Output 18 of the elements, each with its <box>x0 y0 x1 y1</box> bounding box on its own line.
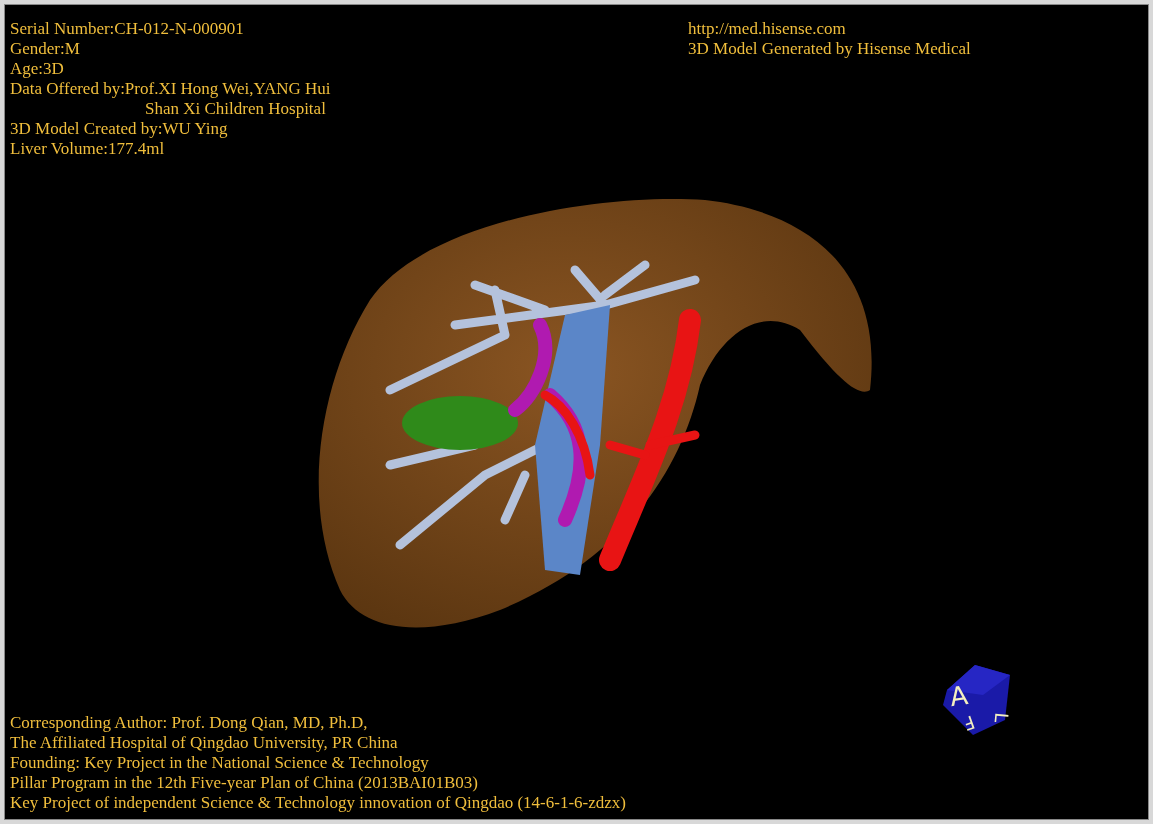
info-text: Gender:M <box>10 39 80 59</box>
info-text: Data Offered by:Prof.XI Hong Wei,YANG Hui <box>10 79 331 99</box>
info-text: Serial Number:CH-012-N-000901 <box>10 19 244 39</box>
info-text: Liver Volume:177.4ml <box>10 139 165 159</box>
credit-text: Founding: Key Project in the National Science & Technology <box>10 753 429 773</box>
credit-text: Key Project of independent Science & Technology innovation of Qingdao (14-6-1-6-zdzx) <box>10 793 626 813</box>
cube-face-letter: A <box>947 680 970 713</box>
orientation-cube-icon[interactable] <box>943 665 1010 735</box>
info-text: 3D Model Created by:WU Ying <box>10 119 228 139</box>
info-text: Shan Xi Children Hospital <box>145 99 326 119</box>
cube-face-letter: L <box>990 711 1013 724</box>
credit-text: Pillar Program in the 12th Five-year Plan of China (2013BAI01B03) <box>10 773 478 793</box>
info-text: 3D Model Generated by Hisense Medical <box>688 39 971 59</box>
info-text: http://med.hisense.com <box>688 19 846 39</box>
credit-text: The Affiliated Hospital of Qingdao University, PR China <box>10 733 398 753</box>
info-text: Age:3D <box>10 59 64 79</box>
credit-text: Corresponding Author: Prof. Dong Qian, MD, Ph.D, <box>10 713 368 733</box>
cube-face-letter: F <box>960 711 978 735</box>
